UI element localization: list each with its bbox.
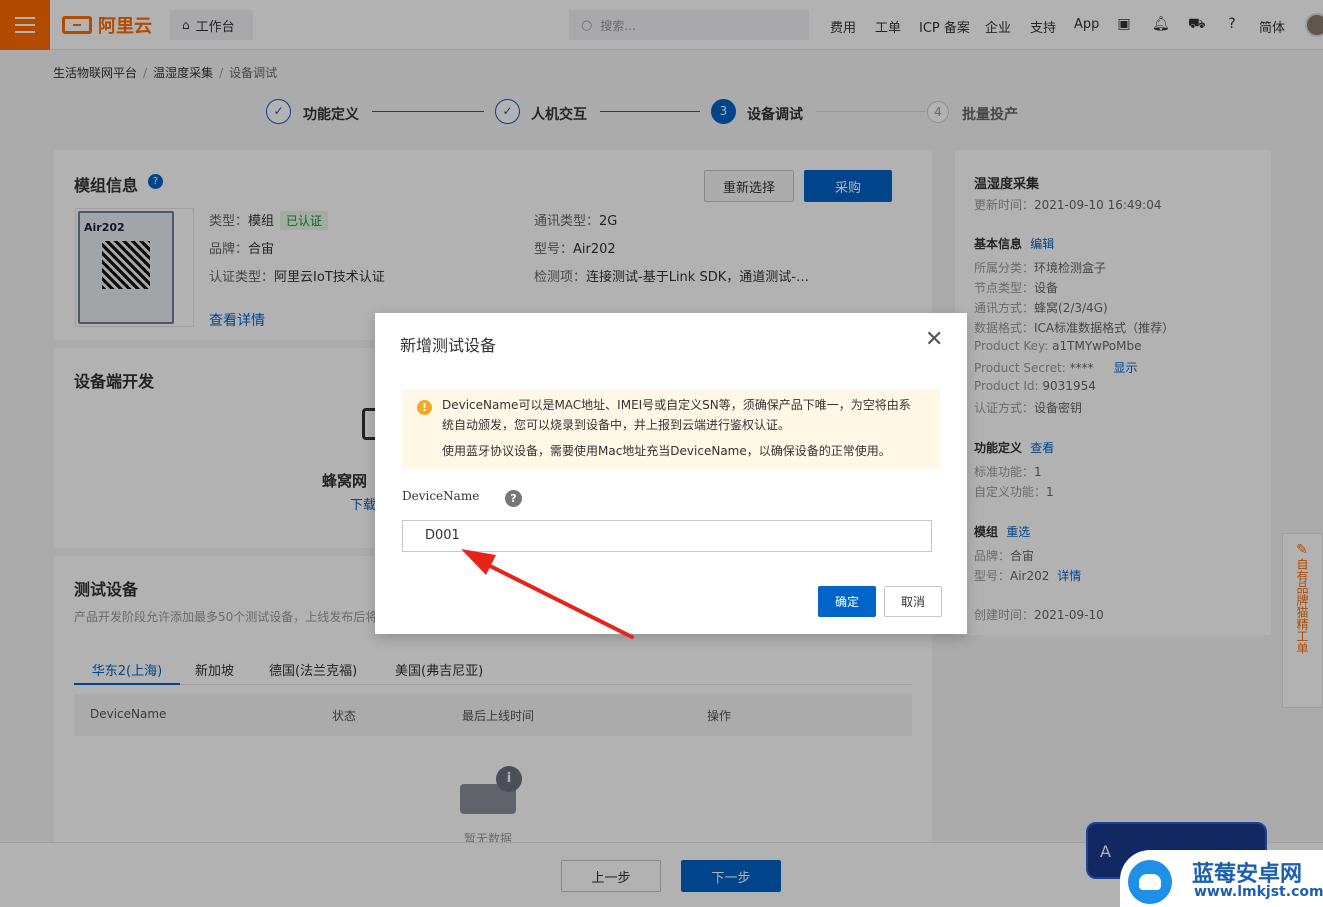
watermark-logo-icon [1128,860,1172,904]
warning-line-3: 使用蓝牙协议设备，需要使用Mac地址充当DeviceName，以确保设备的正常使… [442,444,891,458]
dialog-title: 新增测试设备 [400,336,497,355]
close-icon[interactable]: ✕ [925,329,943,351]
warning-line-1: DeviceName可以是MAC地址、IMEI号或自定义SN等，须确保产品下唯一… [442,398,911,412]
confirm-button[interactable]: 确定 [818,586,876,617]
watermark-url: www.lmkjst.com [1194,884,1323,900]
devicename-input[interactable]: D001 [402,520,932,552]
help-icon[interactable]: ? [505,490,522,507]
warning-line-2: 统自动颁发，您可以烧录到设备中，并上报到云端进行鉴权认证。 [442,418,791,432]
warning-notice: ! DeviceName可以是MAC地址、IMEI号或自定义SN等，须确保产品下… [402,389,940,469]
add-test-device-dialog: 新增测试设备 ✕ ! DeviceName可以是MAC地址、IMEI号或自定义S… [375,313,967,634]
site-watermark: 蓝莓安卓网 www.lmkjst.com [1120,850,1323,907]
warning-icon: ! [417,400,432,415]
devicename-label: DeviceName [402,489,480,503]
warning-text: DeviceName可以是MAC地址、IMEI号或自定义SN等，须确保产品下唯一… [442,395,932,461]
cancel-button[interactable]: 取消 [884,586,942,617]
